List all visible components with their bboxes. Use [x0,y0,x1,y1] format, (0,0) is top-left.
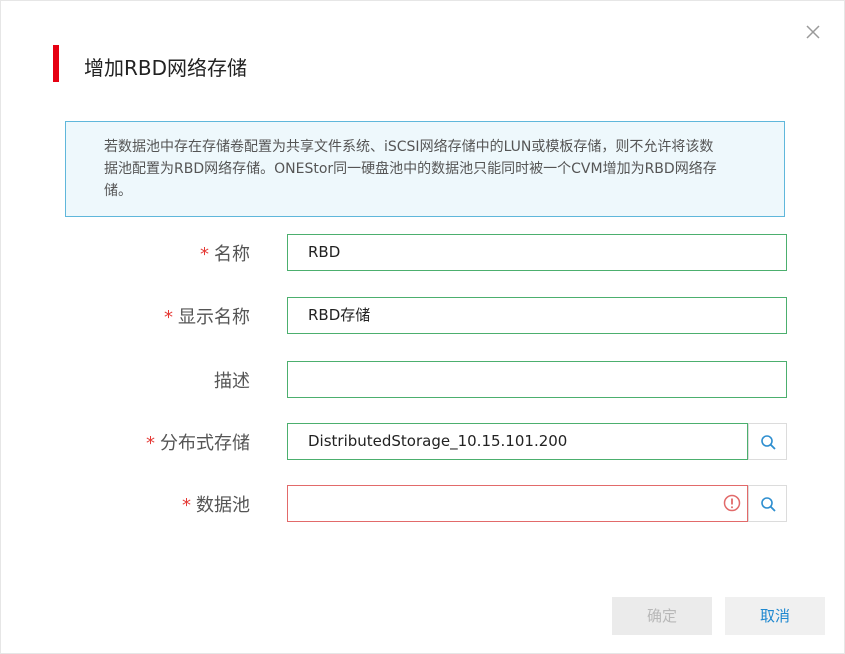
search-icon [761,435,776,450]
data-pool-input[interactable] [287,485,748,522]
name-row: * 名称 RBD [1,234,845,272]
display-name-input[interactable]: RBD存储 [287,297,787,334]
name-label: * 名称 [200,244,250,265]
distributed-storage-row: * 分布式存储 DistributedStorage_10.15.101.200 [1,423,845,461]
data-pool-search-button[interactable] [748,485,787,522]
required-mark: * [200,244,209,265]
display-name-label: * 显示名称 [164,307,250,328]
error-icon [723,494,741,512]
required-mark: * [182,495,191,516]
confirm-button[interactable]: 确定 [612,597,712,635]
notice-text: 若数据池中存在存储卷配置为共享文件系统、iSCSI网络存储中的LUN或模板存储，… [104,139,717,199]
title-accent-bar [53,45,59,82]
description-input[interactable] [287,361,787,398]
required-mark: * [164,307,173,328]
display-name-row: * 显示名称 RBD存储 [1,297,845,335]
name-input[interactable]: RBD [287,234,787,271]
add-rbd-storage-dialog: 增加RBD网络存储 若数据池中存在存储卷配置为共享文件系统、iSCSI网络存储中… [0,0,845,654]
required-mark: * [146,433,155,454]
search-icon [761,497,776,512]
distributed-storage-label: * 分布式存储 [146,433,250,454]
info-notice: 若数据池中存在存储卷配置为共享文件系统、iSCSI网络存储中的LUN或模板存储，… [65,121,785,217]
distributed-storage-search-button[interactable] [748,423,787,460]
distributed-storage-input[interactable]: DistributedStorage_10.15.101.200 [287,423,748,460]
cancel-button[interactable]: 取消 [725,597,825,635]
data-pool-row: * 数据池 [1,485,845,523]
data-pool-label: * 数据池 [182,495,250,516]
dialog-title: 增加RBD网络存储 [84,56,248,80]
description-row: 描述 [1,361,845,399]
close-icon[interactable] [804,23,822,41]
description-label: 描述 [214,371,250,392]
